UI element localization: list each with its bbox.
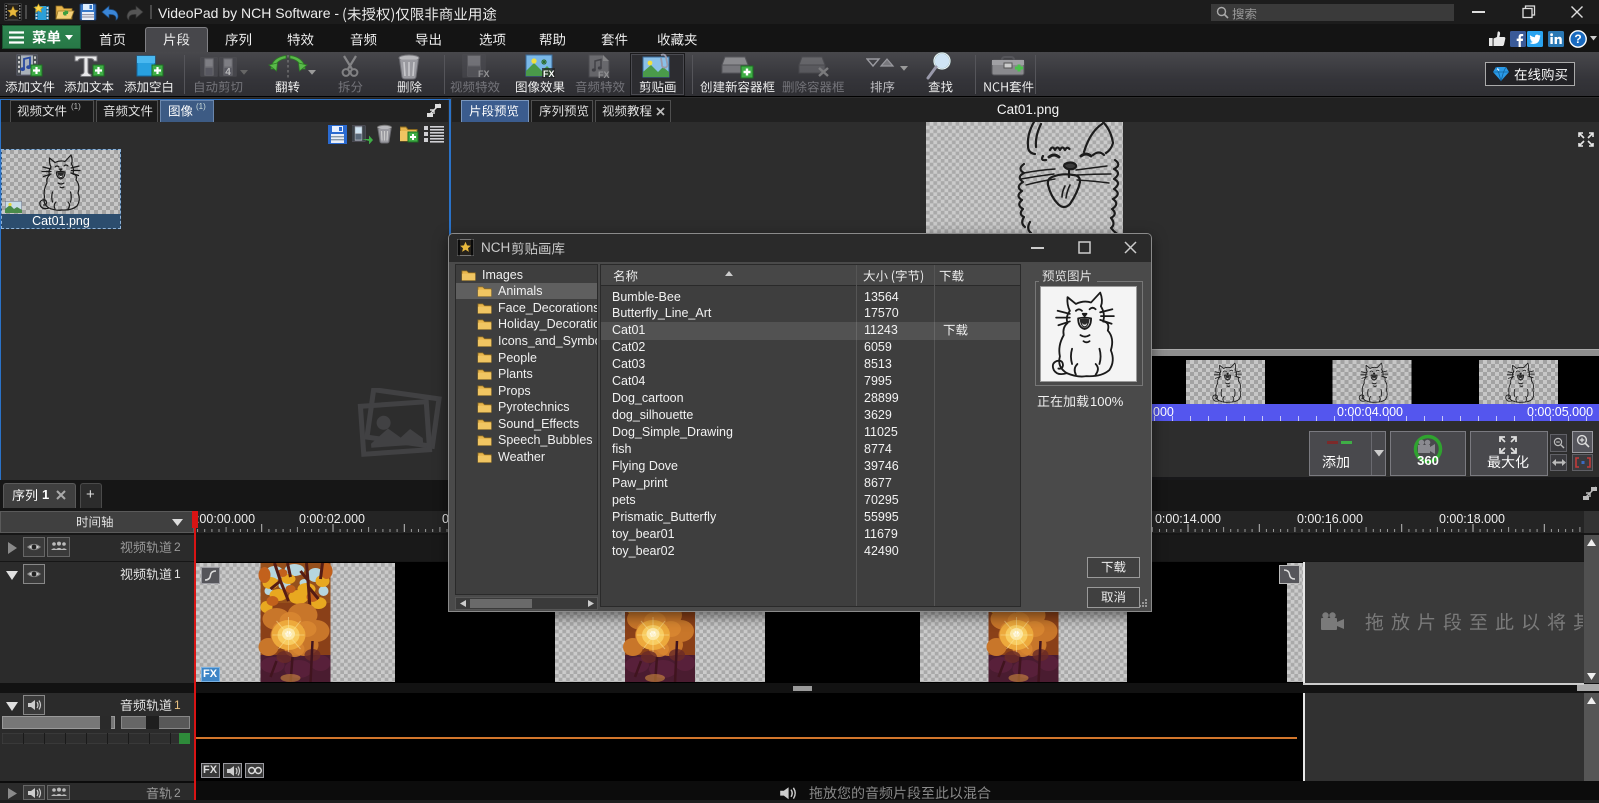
svg-text:FX: FX bbox=[543, 69, 555, 79]
svg-text:?: ? bbox=[1574, 32, 1581, 46]
svg-text:360: 360 bbox=[1417, 453, 1439, 468]
svg-text:4: 4 bbox=[225, 67, 231, 78]
svg-text:FX: FX bbox=[478, 69, 490, 79]
